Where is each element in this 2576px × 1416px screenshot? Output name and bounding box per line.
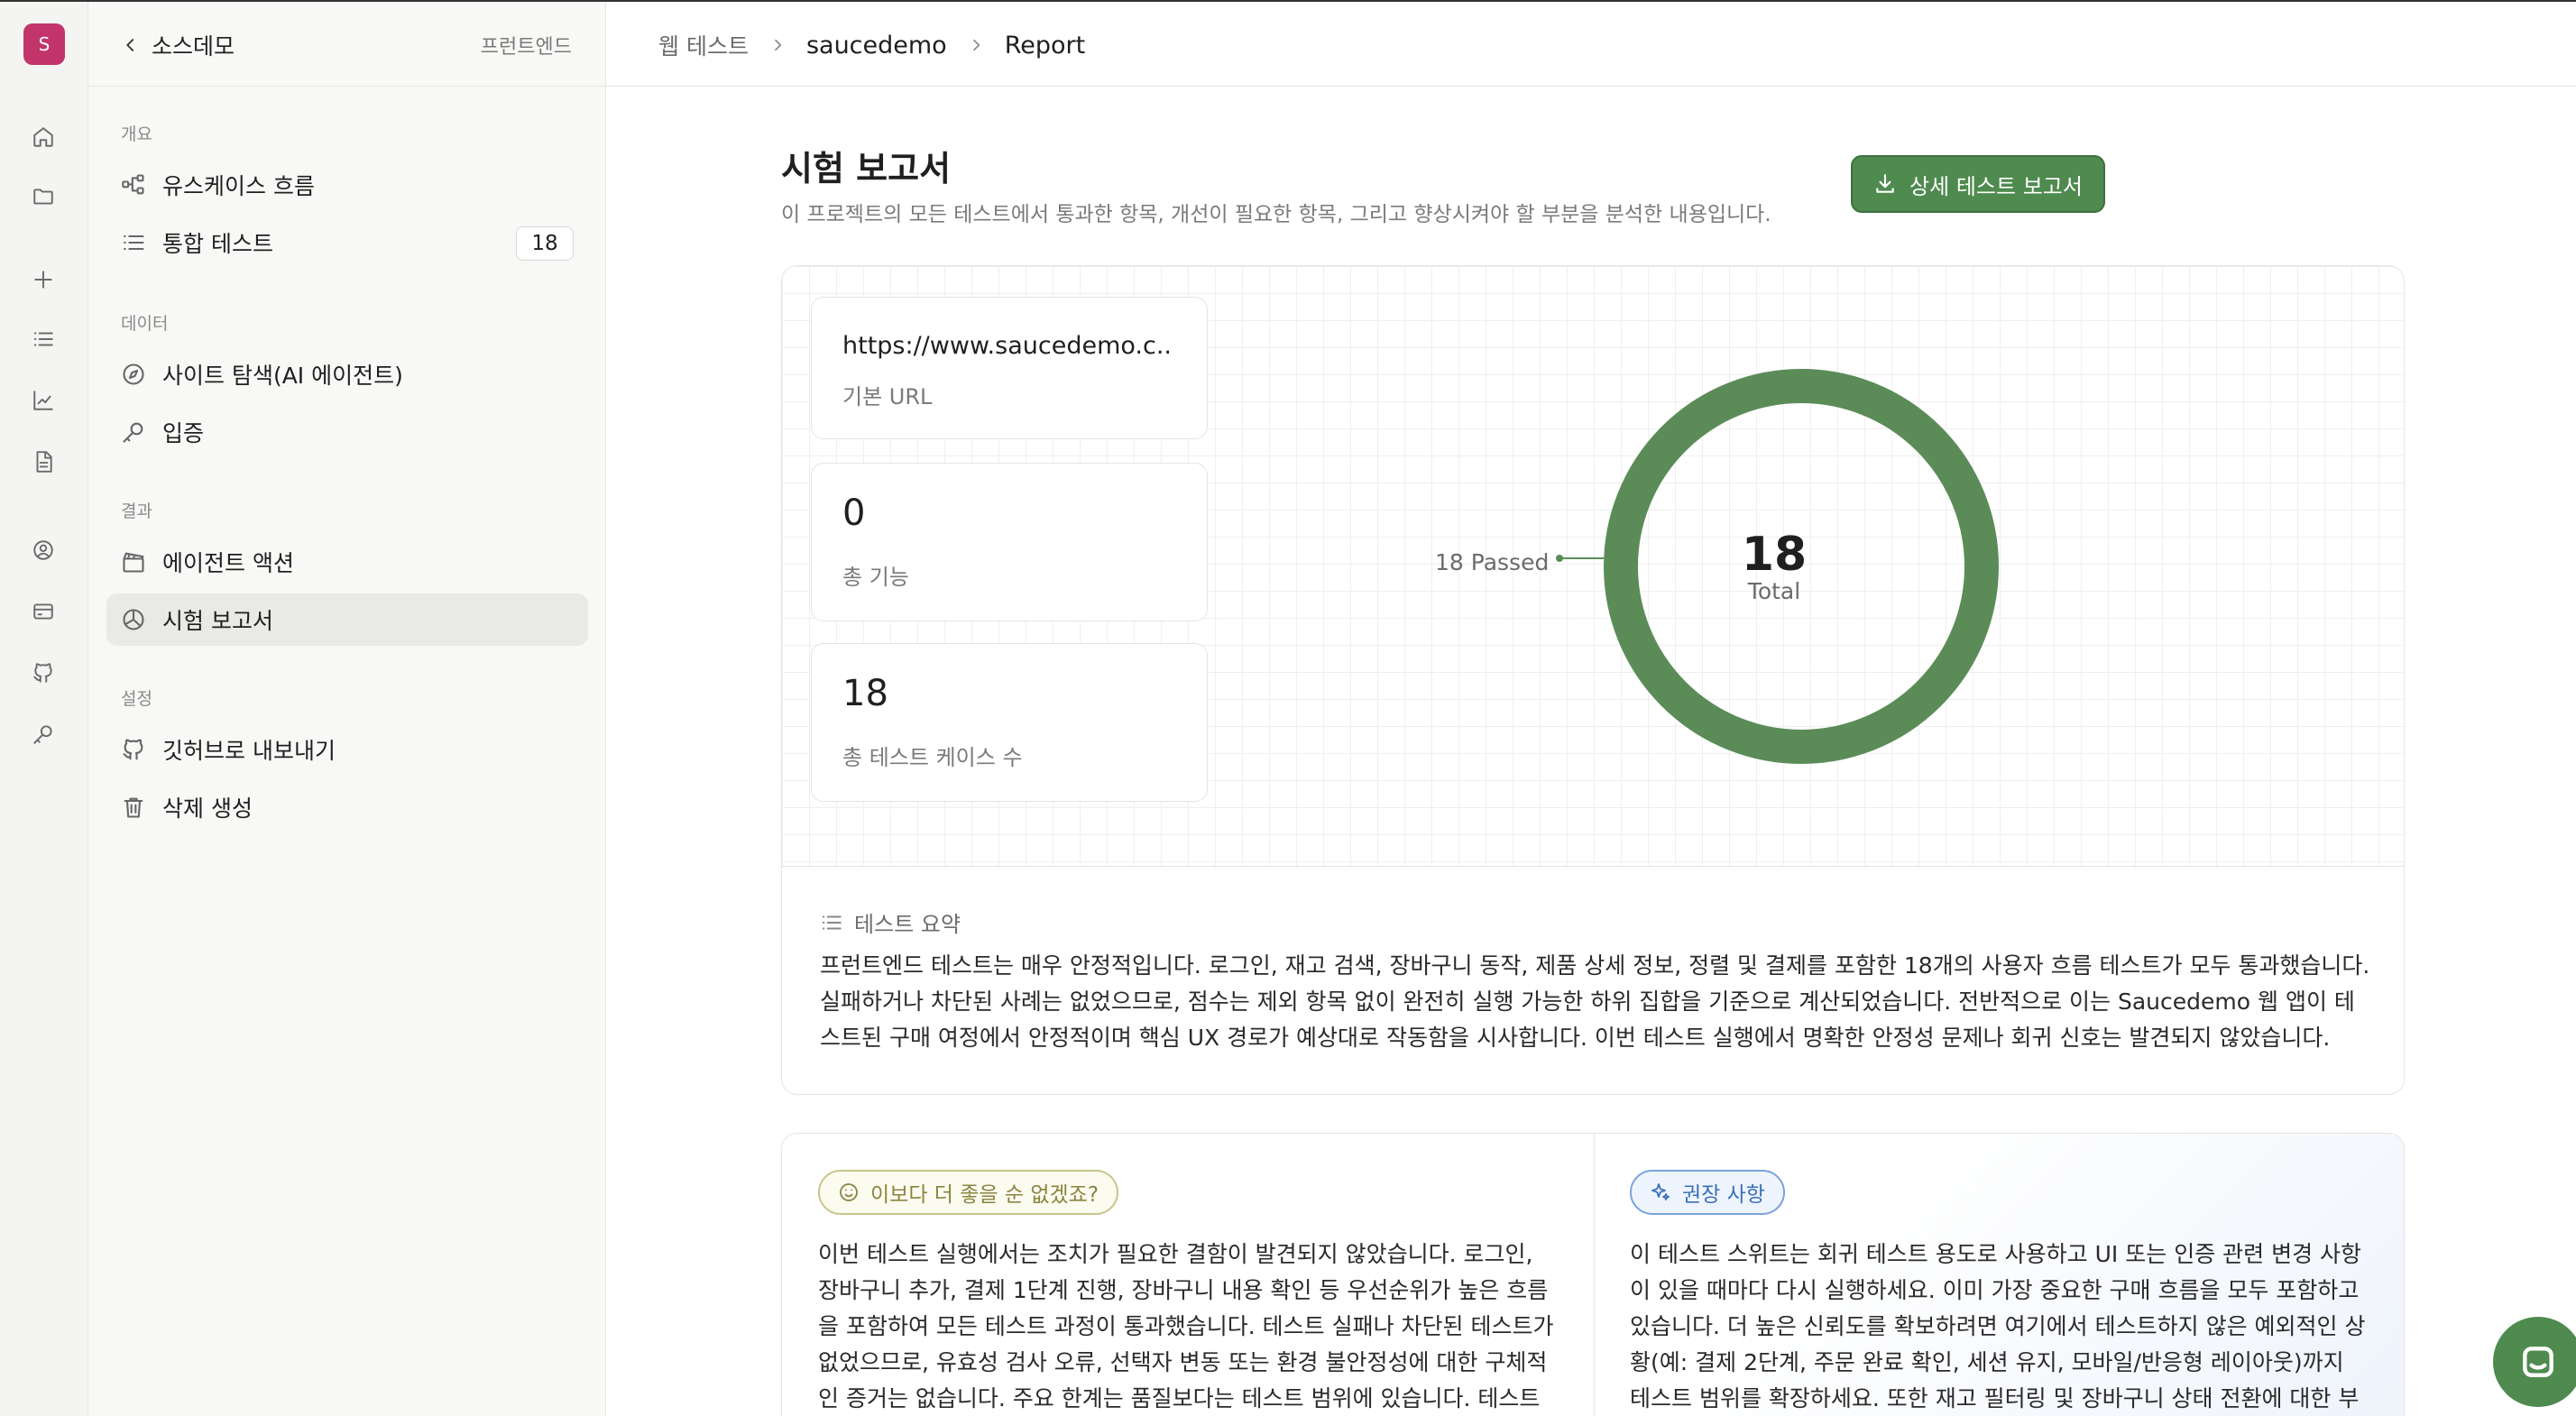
- key-icon[interactable]: [31, 722, 56, 747]
- sidebar-item-agent-actions[interactable]: 에이전트 액션: [106, 536, 588, 588]
- download-report-label: 상세 테스트 보고서: [1909, 173, 2083, 199]
- compass-icon: [123, 363, 144, 385]
- chevron-right-icon: [972, 39, 980, 51]
- sidebar-item-label: 사이트 탐색(AI 에이전트): [162, 363, 403, 389]
- workspace-avatar-letter: S: [38, 33, 51, 55]
- breadcrumb-page: Report: [1004, 31, 1086, 60]
- project-type-tag: 프런트엔드: [480, 36, 572, 59]
- summary-heading-label: 테스트 요약: [854, 912, 961, 937]
- project-name: 소스데모: [152, 33, 235, 60]
- user-circle-icon[interactable]: [31, 538, 56, 563]
- improvement-pill: 이보다 더 좋을 순 없겠죠?: [818, 1170, 1119, 1215]
- list-icon: [822, 915, 842, 929]
- report-card: https://www.saucedemo.c.. 기본 URL 0 총 기능 …: [781, 265, 2405, 1095]
- credit-card-icon[interactable]: [31, 599, 56, 624]
- back-to-projects[interactable]: 소스데모: [121, 29, 235, 61]
- recommendation-label: 권장 사항: [1682, 1183, 1765, 1207]
- stats-chart-area: https://www.saucedemo.c.. 기본 URL 0 총 기능 …: [782, 266, 2404, 867]
- improvement-label: 이보다 더 좋을 순 없겠죠?: [870, 1183, 1099, 1207]
- section-label-data: 데이터: [121, 314, 169, 334]
- workspace-avatar[interactable]: S: [23, 23, 65, 65]
- sidebar-item-delete[interactable]: 삭제 생성: [106, 781, 588, 833]
- donut-svg: [1556, 369, 1999, 764]
- key-icon: [123, 422, 143, 443]
- page-subtitle: 이 프로젝트의 모든 테스트에서 통과한 항목, 개선이 필요한 항목, 그리고…: [781, 203, 1771, 226]
- summary-heading: 테스트 요약: [820, 906, 961, 938]
- recommendation-text: 이 테스트 스위트는 회귀 테스트 용도로 사용하고 UI 또는 인증 관련 변…: [1630, 1241, 2366, 1411]
- icon-rail: S: [0, 2, 88, 1416]
- sidebar-item-integration-tests[interactable]: 통합 테스트 18: [106, 216, 588, 269]
- breadcrumb-root[interactable]: 웹 테스트: [658, 29, 749, 61]
- chevron-left-icon: [126, 38, 134, 52]
- page-title: 시험 보고서: [781, 149, 952, 188]
- home-icon[interactable]: [31, 124, 56, 150]
- recommendation-pill: 권장 사항: [1630, 1170, 1785, 1215]
- sidebar-item-label: 통합 테스트: [162, 231, 273, 257]
- sidebar-item-site-explore[interactable]: 사이트 탐색(AI 에이전트): [106, 348, 588, 400]
- section-label-overview: 개요: [121, 124, 152, 144]
- folder-icon[interactable]: [31, 184, 56, 209]
- sidebar-item-test-report[interactable]: 시험 보고서: [106, 593, 588, 646]
- summary-text: 프런트엔드 테스트는 매우 안정적입니다. 로그인, 재고 검색, 장바구니 동…: [820, 952, 2370, 1051]
- chat-launcher-button[interactable]: [2493, 1317, 2576, 1407]
- document-icon[interactable]: [31, 449, 56, 474]
- section-label-results: 결과: [121, 501, 152, 521]
- insights-card: 이보다 더 좋을 순 없겠죠? 권장 사항 이번 테스트 실행에서는 조치가 필…: [781, 1133, 2405, 1416]
- breadcrumb: 웹 테스트 saucedemo Report: [658, 29, 1085, 61]
- trash-icon: [124, 797, 143, 818]
- donut-center-label: Total: [1747, 578, 1801, 604]
- sidebar-header: 소스데모 프런트엔드: [88, 2, 606, 87]
- sidebar-item-label: 유스케이스 흐름: [162, 173, 315, 199]
- sidebar-item-label: 에이전트 액션: [162, 550, 294, 576]
- sidebar-item-credentials[interactable]: 입증: [106, 406, 588, 458]
- project-sidebar: 소스데모 프런트엔드 개요 유스케이스 흐름 통합 테스트 18 데이터 사이트…: [88, 2, 606, 1416]
- slice-leader-dot: [1556, 555, 1563, 562]
- chevron-right-icon: [774, 39, 782, 51]
- github-icon: [123, 739, 143, 760]
- donut-center-value: 18: [1741, 528, 1808, 582]
- download-icon: [1876, 174, 1894, 193]
- download-report-button[interactable]: 상세 테스트 보고서: [1851, 155, 2105, 213]
- top-bar: 웹 테스트 saucedemo Report: [606, 2, 2576, 87]
- smile-icon: [840, 1183, 858, 1201]
- breadcrumb-project[interactable]: saucedemo: [806, 32, 947, 60]
- improvement-text: 이번 테스트 실행에서는 조치가 필요한 결함이 발견되지 않았습니다. 로그인…: [818, 1241, 1554, 1411]
- chart-pie-icon: [123, 609, 144, 630]
- sparkles-icon: [1651, 1183, 1670, 1200]
- sidebar-item-export-github[interactable]: 깃허브로 내보내기: [106, 723, 588, 776]
- result-donut-chart: 18 Passed 18 Total: [782, 266, 2404, 867]
- chat-icon: [2523, 1347, 2553, 1377]
- plus-icon[interactable]: [31, 267, 56, 292]
- slice-label-passed: 18 Passed: [1435, 549, 1550, 575]
- sidebar-item-label: 깃허브로 내보내기: [162, 738, 336, 764]
- sidebar-item-label: 시험 보고서: [162, 608, 273, 634]
- github-icon[interactable]: [31, 660, 56, 685]
- line-chart-icon[interactable]: [31, 388, 56, 413]
- list-icon: [124, 234, 144, 251]
- flow-icon: [122, 174, 144, 195]
- sidebar-item-usecase-flow[interactable]: 유스케이스 흐름: [106, 159, 588, 211]
- list-icon[interactable]: [31, 326, 56, 352]
- sidebar-item-label: 삭제 생성: [162, 795, 253, 822]
- sidebar-item-label: 입증: [162, 420, 205, 446]
- clapper-icon: [123, 552, 144, 573]
- test-count-badge: 18: [516, 226, 574, 261]
- section-label-settings: 설정: [121, 689, 152, 709]
